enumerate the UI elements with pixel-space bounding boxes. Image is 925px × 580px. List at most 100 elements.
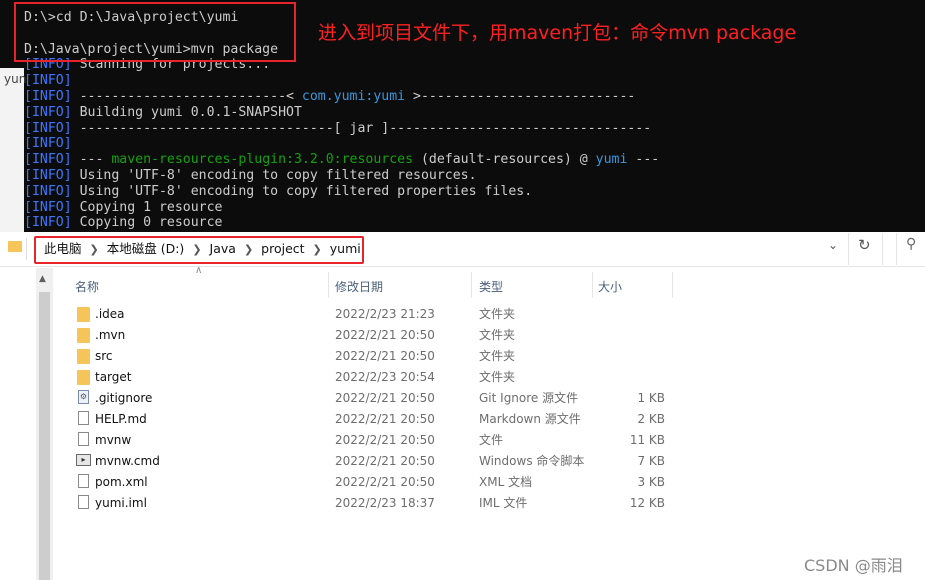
terminal-text: (default-resources) @: [413, 152, 596, 168]
terminal-text: [INFO]: [24, 215, 72, 231]
terminal-line: [INFO]: [24, 136, 72, 152]
file-type: Git Ignore 源文件: [479, 391, 579, 405]
file-size: 1 KB: [637, 391, 665, 405]
file-row[interactable]: .mvn 2022/2/21 20:50 文件夹: [70, 325, 670, 346]
refresh-icon[interactable]: ↻: [858, 236, 871, 254]
folder-icon: [77, 328, 90, 343]
file-name: pom.xml: [95, 475, 148, 489]
column-divider[interactable]: [328, 272, 329, 298]
file-type: Markdown 源文件: [479, 412, 581, 426]
file-row[interactable]: mvnw 2022/2/21 20:50 文件 11 KB: [70, 430, 670, 451]
file-row[interactable]: src 2022/2/21 20:50 文件夹: [70, 346, 670, 367]
folder-icon: [77, 307, 90, 322]
file-name: yumi.iml: [95, 496, 147, 510]
file-size: 7 KB: [637, 454, 665, 468]
file-size: 12 KB: [629, 496, 665, 510]
column-header-name[interactable]: 名称: [75, 278, 99, 295]
file-name: HELP.md: [95, 412, 147, 426]
terminal-text: Copying 0 resource: [71, 215, 223, 231]
file-name: .mvn: [95, 328, 126, 342]
file-date: 2022/2/21 20:50: [335, 328, 435, 342]
terminal-text: --------------------------<: [71, 89, 302, 104]
terminal-text: [INFO]: [24, 89, 72, 104]
terminal-text: Using 'UTF-8' encoding to copy filtered …: [71, 183, 533, 199]
file-date: 2022/2/21 20:50: [335, 433, 435, 447]
terminal-text: --------------------------------[ jar ]-…: [71, 120, 652, 136]
file-row[interactable]: ▸ mvnw.cmd 2022/2/21 20:50 Windows 命令脚本 7 KB: [70, 451, 670, 472]
file-icon: [78, 495, 89, 509]
file-name: mvnw.cmd: [95, 454, 160, 468]
column-header-date[interactable]: 修改日期: [335, 278, 383, 295]
background-window-edge: yun: [0, 68, 27, 232]
column-divider[interactable]: [672, 272, 673, 298]
file-type: XML 文档: [479, 475, 533, 489]
divider: [848, 233, 849, 265]
file-date: 2022/2/21 20:50: [335, 391, 435, 405]
folder-icon: [77, 349, 90, 364]
column-header-size[interactable]: 大小: [598, 278, 622, 295]
terminal-text: [INFO]: [24, 120, 72, 136]
file-row[interactable]: target 2022/2/23 20:54 文件夹: [70, 367, 670, 388]
file-type: Windows 命令脚本: [479, 454, 585, 468]
background-window-title: yun: [4, 72, 27, 86]
chevron-right-icon: ❯: [312, 243, 322, 256]
terminal-line: [INFO] Using 'UTF-8' encoding to copy fi…: [24, 168, 477, 184]
file-type: 文件: [479, 433, 504, 447]
terminal-text: [INFO]: [24, 199, 72, 215]
scroll-thumb[interactable]: [39, 292, 50, 580]
scroll-up-icon[interactable]: ▲: [39, 274, 46, 284]
file-row[interactable]: .idea 2022/2/23 21:23 文件夹: [70, 304, 670, 325]
divider: [26, 238, 27, 260]
file-name: src: [95, 349, 113, 363]
file-row[interactable]: pom.xml 2022/2/21 20:50 XML 文档 3 KB: [70, 472, 670, 493]
file-row[interactable]: ⚙ .gitignore 2022/2/21 20:50 Git Ignore 源文件…: [70, 388, 670, 409]
cmd-file-icon: ▸: [76, 454, 91, 466]
file-date: 2022/2/21 20:50: [335, 349, 435, 363]
column-header-type[interactable]: 类型: [479, 278, 503, 295]
file-type: IML 文件: [479, 496, 528, 510]
folder-icon: [8, 241, 22, 252]
terminal-text: maven-resources-plugin:3.2.0:resources: [111, 152, 414, 168]
breadcrumb-this-pc[interactable]: 此电脑: [44, 241, 82, 256]
terminal-text: [INFO]: [24, 104, 72, 120]
file-name: target: [95, 370, 132, 384]
chevron-right-icon: ❯: [243, 243, 254, 256]
file-date: 2022/2/23 21:23: [335, 307, 435, 321]
file-row[interactable]: yumi.iml 2022/2/23 18:37 IML 文件 12 KB: [70, 493, 670, 514]
file-date: 2022/2/23 20:54: [335, 370, 435, 384]
file-size: 2 KB: [637, 412, 665, 426]
terminal-line: [INFO] Copying 1 resource: [24, 200, 223, 216]
file-name: .idea: [95, 307, 125, 321]
breadcrumb-java[interactable]: Java: [210, 241, 236, 256]
terminal-line: [INFO] Building yumi 0.0.1-SNAPSHOT: [24, 105, 302, 121]
terminal-text: com.yumi:yumi: [301, 89, 406, 104]
terminal-line: [INFO] --------------------------< com.y…: [24, 89, 635, 105]
terminal-text: [INFO]: [24, 152, 72, 168]
vertical-scrollbar[interactable]: ▲: [36, 268, 53, 580]
breadcrumb-drive[interactable]: 本地磁盘 (D:): [107, 241, 185, 256]
file-type: 文件夹: [479, 349, 516, 363]
file-size: 3 KB: [637, 475, 665, 489]
terminal-text: ---: [627, 152, 660, 168]
file-row[interactable]: HELP.md 2022/2/21 20:50 Markdown 源文件 2 KB: [70, 409, 670, 430]
chevron-right-icon: ❯: [192, 243, 202, 256]
folder-icon: [77, 370, 90, 385]
annotation-text: 进入到项目文件下，用maven打包：命令mvn package: [318, 22, 797, 44]
terminal-text: Copying 1 resource: [71, 199, 223, 215]
terminal-window[interactable]: D:\>cd D:\Java\project\yumi D:\Java\proje…: [0, 0, 925, 232]
file-date: 2022/2/23 18:37: [335, 496, 435, 510]
terminal-text: ---: [71, 152, 112, 168]
file-name: .gitignore: [95, 391, 153, 405]
column-divider[interactable]: [592, 272, 593, 298]
chevron-down-icon[interactable]: ⌄: [828, 238, 838, 252]
terminal-text: yumi: [595, 152, 628, 168]
terminal-line: [INFO] --------------------------------[…: [24, 121, 651, 137]
breadcrumb-yumi[interactable]: yumi: [330, 241, 361, 256]
file-date: 2022/2/21 20:50: [335, 454, 435, 468]
breadcrumb[interactable]: 此电脑 ❯ 本地磁盘 (D:) ❯ Java ❯ project ❯ yumi: [44, 240, 361, 258]
column-divider[interactable]: [471, 272, 472, 298]
terminal-text: [INFO]: [24, 73, 72, 89]
search-icon[interactable]: ⚲: [906, 236, 916, 252]
breadcrumb-project[interactable]: project: [261, 241, 304, 256]
terminal-line: [INFO]: [24, 73, 72, 89]
